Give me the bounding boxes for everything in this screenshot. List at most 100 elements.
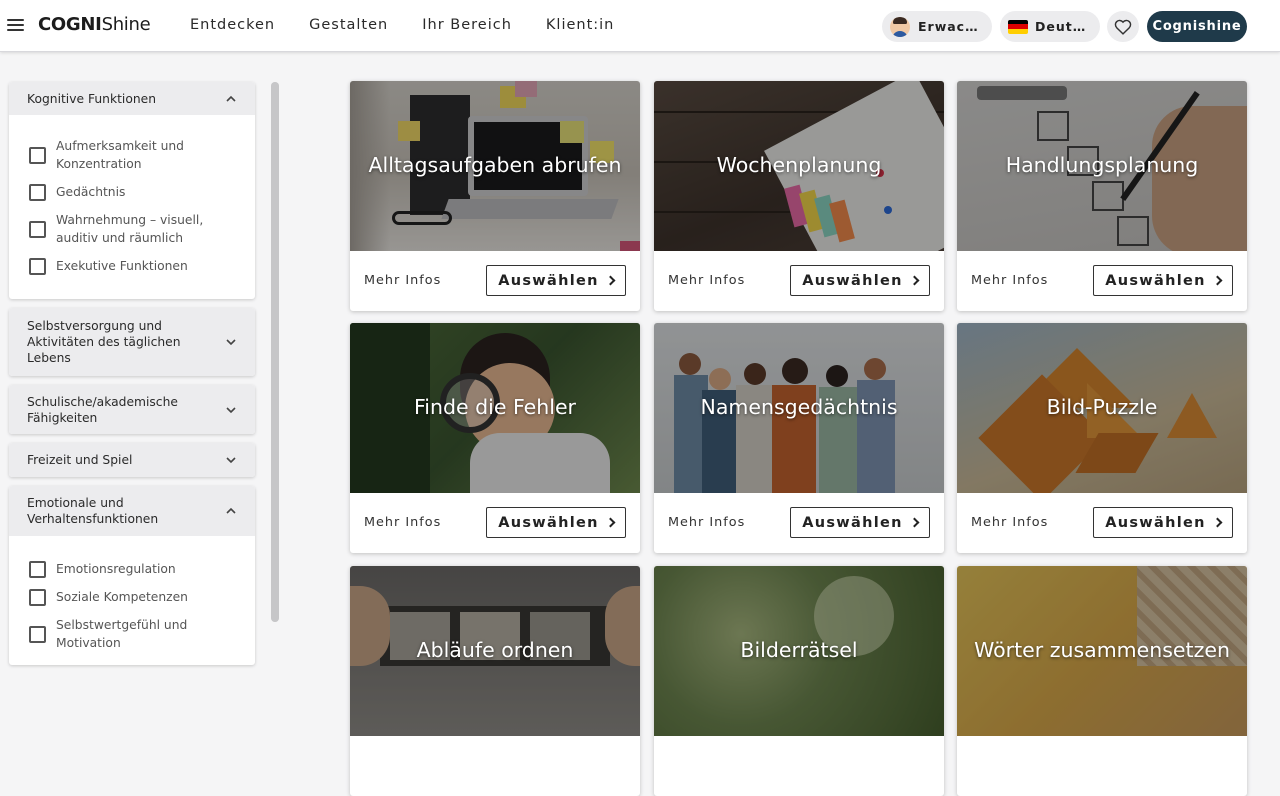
filter-option-label: Aufmerksamkeit und Konzentration [56,139,184,171]
filter-option-gedaechtnis[interactable]: Gedächtnis [29,178,255,206]
select-button-label: Auswählen [802,272,903,289]
card-title: Finde die Fehler [414,395,576,419]
more-info-link[interactable]: Mehr Infos [364,273,441,288]
hamburger-menu-icon[interactable] [7,18,25,32]
filter-section-header[interactable]: Schulische/akademische Fähigkeiten [9,385,255,434]
filter-option-label: Wahrnehmung – visuell, auditiv und räuml… [56,213,204,245]
sidebar-scrollbar[interactable] [271,82,279,622]
card-image-blurred-park[interactable]: Bilderrätsel [654,566,944,736]
filter-option-label: Selbstwertgefühl und Motivation [56,618,188,650]
chevron-down-icon [226,406,236,413]
top-header: COGNIShine Entdecken Gestalten Ihr Berei… [0,0,1280,52]
chevron-right-icon [605,517,616,528]
select-button[interactable]: Auswählen [1093,507,1233,538]
more-info-link[interactable]: Mehr Infos [971,515,1048,530]
logo-bold-text: COGNI [38,14,102,35]
more-info-link[interactable]: Mehr Infos [971,273,1048,288]
card-title: Alltagsaufgaben abrufen [368,153,622,177]
chevron-right-icon [605,275,616,286]
checkbox[interactable] [29,560,46,578]
checkbox[interactable] [29,220,46,238]
filter-section-header[interactable]: Freizeit und Spiel [9,443,255,477]
filter-options: Emotionsregulation Soziale Kompetenzen S… [9,536,255,665]
chevron-right-icon [1212,517,1223,528]
select-button[interactable]: Auswählen [790,265,930,296]
card-image-calendar[interactable]: Wochenplanung [654,81,944,251]
chevron-up-icon [226,507,236,514]
filter-sidebar: Kognitive Funktionen Aufmerksamkeit und … [9,82,255,674]
filter-section-header[interactable]: Selbstversorgung und Aktivitäten des täg… [9,308,255,376]
select-button-label: Auswählen [1105,272,1206,289]
chevron-down-icon [226,457,236,464]
exercise-card: Wochenplanung Mehr Infos Auswählen [654,81,944,311]
select-button[interactable]: Auswählen [486,507,626,538]
filter-section-title: Emotionale und Verhaltensfunktionen [27,496,159,526]
card-image-desk[interactable]: Alltagsaufgaben abrufen [350,81,640,251]
main-nav: Entdecken Gestalten Ihr Bereich Klient:i… [190,17,648,33]
select-button[interactable]: Auswählen [486,265,626,296]
cognishine-logo[interactable]: COGNIShine [38,14,151,35]
cognishine-account-button[interactable]: Cognishine [1147,11,1247,42]
chevron-up-icon [226,95,236,102]
filter-options: Aufmerksamkeit und Konzentration Gedächt… [9,115,255,299]
select-button-label: Auswählen [498,514,599,531]
chevron-right-icon [1212,275,1223,286]
card-image-checklist[interactable]: Handlungsplanung [957,81,1247,251]
card-title: Abläufe ordnen [416,638,574,662]
nav-klientin[interactable]: Klient:in [546,17,614,33]
card-image-magnifier-child[interactable]: Finde die Fehler [350,323,640,493]
favorites-button[interactable] [1107,11,1139,42]
filter-section-title: Kognitive Funktionen [27,91,157,106]
checkbox[interactable] [29,183,46,201]
more-info-link[interactable]: Mehr Infos [668,273,745,288]
filter-option-label: Emotionsregulation [56,562,176,576]
exercise-card: Bilderrätsel [654,566,944,796]
filter-section-title: Freizeit und Spiel [27,453,133,467]
select-button-label: Auswählen [802,514,903,531]
nav-ihr-bereich[interactable]: Ihr Bereich [422,17,512,33]
filter-option-emotionsregulation[interactable]: Emotionsregulation [29,555,255,583]
more-info-link[interactable]: Mehr Infos [668,515,745,530]
user-group-label: Erwachsene [918,19,984,34]
card-image-tangram[interactable]: Bild-Puzzle [957,323,1247,493]
filter-option-aufmerksamkeit[interactable]: Aufmerksamkeit und Konzentration [29,132,255,178]
checkbox[interactable] [29,146,46,164]
scrollbar-thumb[interactable] [271,82,279,622]
card-title: Bild-Puzzle [1046,395,1158,419]
nav-entdecken[interactable]: Entdecken [190,17,275,33]
user-group-selector[interactable]: Erwachsene [882,11,992,42]
filter-option-exekutive-funktionen[interactable]: Exekutive Funktionen [29,252,255,280]
filter-option-soziale-kompetenzen[interactable]: Soziale Kompetenzen [29,583,255,611]
language-selector[interactable]: Deutsch [1000,11,1100,42]
filter-option-wahrnehmung[interactable]: Wahrnehmung – visuell, auditiv und räuml… [29,206,255,252]
select-button[interactable]: Auswählen [790,507,930,538]
filter-section-header[interactable]: Kognitive Funktionen [9,82,255,115]
card-title: Wochenplanung [716,153,882,177]
german-flag-icon [1008,19,1028,34]
checkbox[interactable] [29,625,46,643]
exercise-card: Finde die Fehler Mehr Infos Auswählen [350,323,640,553]
checkbox[interactable] [29,257,46,275]
exercise-card: Bild-Puzzle Mehr Infos Auswählen [957,323,1247,553]
filter-option-selbstwertgefuehl[interactable]: Selbstwertgefühl und Motivation [29,611,255,657]
chevron-right-icon [909,275,920,286]
nav-gestalten[interactable]: Gestalten [309,17,388,33]
more-info-link[interactable]: Mehr Infos [364,515,441,530]
card-image-wooden-letters[interactable]: Wörter zusammensetzen [957,566,1247,736]
filter-section-kognitive-funktionen: Kognitive Funktionen Aufmerksamkeit und … [9,82,255,299]
filter-section-freizeit-und-spiel: Freizeit und Spiel [9,443,255,477]
filter-section-header[interactable]: Emotionale und Verhaltensfunktionen [9,486,255,536]
exercise-card: Wörter zusammensetzen [957,566,1247,796]
exercise-card: Alltagsaufgaben abrufen Mehr Infos Auswä… [350,81,640,311]
filter-option-label: Gedächtnis [56,185,126,199]
card-image-filmstrip[interactable]: Abläufe ordnen [350,566,640,736]
checkbox[interactable] [29,588,46,606]
filter-section-title: Schulische/akademische Fähigkeiten [27,394,178,425]
card-title: Handlungsplanung [1005,153,1199,177]
heart-icon [1114,19,1132,35]
chevron-right-icon [909,517,920,528]
select-button[interactable]: Auswählen [1093,265,1233,296]
filter-option-label: Exekutive Funktionen [56,259,188,273]
language-label: Deutsch [1035,19,1092,34]
card-image-group-people[interactable]: Namensgedächtnis [654,323,944,493]
